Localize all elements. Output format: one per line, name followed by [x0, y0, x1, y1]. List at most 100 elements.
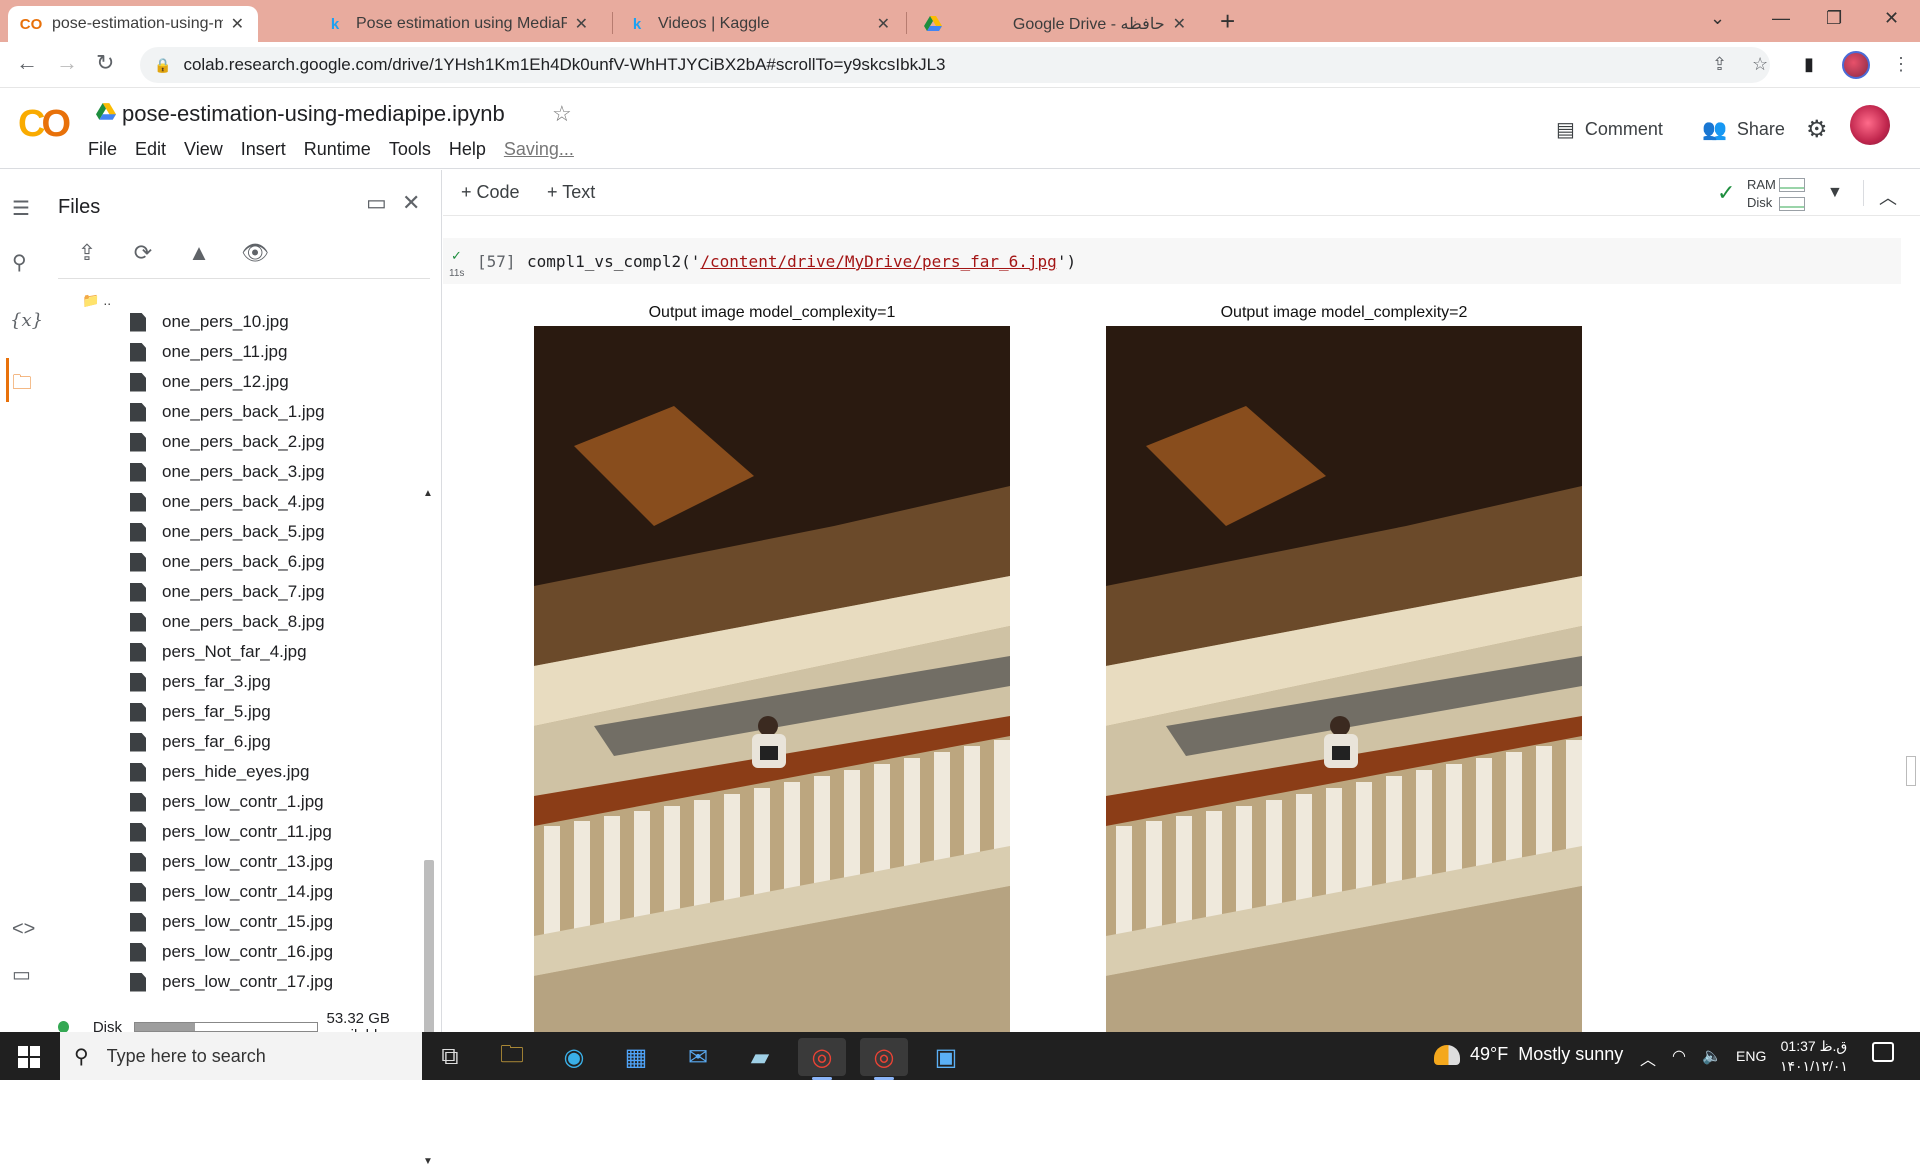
- file-list-item[interactable]: pers_far_5.jpg: [130, 697, 430, 727]
- close-tab-icon[interactable]: ✕: [1173, 14, 1186, 34]
- file-list-item[interactable]: one_pers_back_4.jpg: [130, 487, 430, 517]
- volume-icon[interactable]: 🔈: [1702, 1046, 1722, 1066]
- wifi-icon[interactable]: ◠: [1672, 1046, 1686, 1066]
- show-hidden-icons-icon[interactable]: ︿: [1640, 1046, 1656, 1070]
- minimize-icon[interactable]: —: [1772, 8, 1790, 29]
- tab-google-drive[interactable]: Google Drive - حافظه ✕: [910, 6, 1200, 42]
- account-avatar[interactable]: [1850, 105, 1890, 145]
- share-page-icon[interactable]: ⇪: [1712, 54, 1727, 75]
- chrome-profile-icon[interactable]: ◎: [860, 1038, 908, 1080]
- tab-search-icon[interactable]: ⌄: [1710, 8, 1725, 29]
- file-list-item[interactable]: pers_hide_eyes.jpg: [130, 757, 430, 787]
- file-list-item[interactable]: one_pers_back_7.jpg: [130, 577, 430, 607]
- open-in-tab-icon[interactable]: ▭: [366, 190, 387, 216]
- file-list-item[interactable]: pers_low_contr_16.jpg: [130, 937, 430, 967]
- clock[interactable]: 01:37 ق.ظ ۱۴۰۱/۱۲/۰۱: [1780, 1036, 1848, 1076]
- file-list-item[interactable]: one_pers_back_8.jpg: [130, 607, 430, 637]
- code-cell[interactable]: ✓ 11s [57] compl1_vs_compl2('/content/dr…: [443, 238, 1901, 284]
- file-list-item[interactable]: pers_Not_far_4.jpg: [130, 637, 430, 667]
- file-list-item[interactable]: pers_low_contr_15.jpg: [130, 907, 430, 937]
- scroll-up-icon[interactable]: ▲: [423, 488, 433, 499]
- close-tab-icon[interactable]: ✕: [231, 14, 244, 34]
- runtime-dropdown-icon[interactable]: ▼: [1827, 184, 1843, 202]
- notifications-icon[interactable]: [1872, 1042, 1894, 1062]
- refresh-folder-icon[interactable]: ⟳: [128, 240, 158, 266]
- table-of-contents-icon[interactable]: ☰: [12, 196, 30, 221]
- comment-button[interactable]: ▤ Comment: [1556, 117, 1663, 142]
- file-list-item[interactable]: one_pers_back_6.jpg: [130, 547, 430, 577]
- weather-widget[interactable]: 49°F Mostly sunny: [1434, 1044, 1623, 1065]
- new-tab-button[interactable]: +: [1220, 6, 1235, 37]
- side-panel-icon[interactable]: ▮: [1804, 54, 1814, 75]
- task-view-icon[interactable]: ⧉: [426, 1038, 474, 1076]
- file-list-item[interactable]: pers_low_contr_14.jpg: [130, 877, 430, 907]
- edge-browser-icon[interactable]: ◉: [550, 1038, 598, 1076]
- variables-icon[interactable]: {x}: [10, 310, 43, 331]
- file-list-item[interactable]: pers_far_6.jpg: [130, 727, 430, 757]
- file-list-item[interactable]: one_pers_back_5.jpg: [130, 517, 430, 547]
- file-list-item[interactable]: one_pers_10.jpg: [130, 307, 430, 337]
- menu-insert[interactable]: Insert: [241, 139, 286, 160]
- file-list-item[interactable]: one_pers_back_1.jpg: [130, 397, 430, 427]
- mail-icon[interactable]: ✉: [674, 1038, 722, 1076]
- file-list-item[interactable]: pers_low_contr_11.jpg: [130, 817, 430, 847]
- file-list-item[interactable]: pers_low_contr_1.jpg: [130, 787, 430, 817]
- cell-code[interactable]: compl1_vs_compl2('/content/drive/MyDrive…: [527, 252, 1076, 271]
- search-icon[interactable]: ⚲: [12, 250, 27, 275]
- add-code-button[interactable]: + Code: [461, 182, 520, 203]
- close-panel-icon[interactable]: ✕: [402, 190, 420, 216]
- resources-indicator[interactable]: RAM Disk: [1747, 176, 1776, 212]
- notebook-title[interactable]: pose-estimation-using-mediapipe.ipynb: [122, 101, 505, 127]
- file-list-item[interactable]: one_pers_12.jpg: [130, 367, 430, 397]
- file-list-item[interactable]: pers_low_contr_17.jpg: [130, 967, 430, 997]
- file-list-item[interactable]: one_pers_back_2.jpg: [130, 427, 430, 457]
- menu-help[interactable]: Help: [449, 139, 486, 160]
- tab-colab[interactable]: CO pose-estimation-using-mediapip ✕: [8, 6, 258, 42]
- close-tab-icon[interactable]: ✕: [877, 14, 890, 34]
- input-language[interactable]: ENG: [1736, 1048, 1766, 1064]
- back-icon[interactable]: ←: [16, 50, 38, 76]
- chrome-icon[interactable]: ◎: [798, 1038, 846, 1080]
- code-path-string[interactable]: /content/drive/MyDrive/pers_far_6.jpg: [700, 252, 1056, 271]
- forward-icon[interactable]: →: [56, 50, 78, 76]
- scroll-down-icon[interactable]: ▼: [423, 1156, 433, 1167]
- windows-start-icon[interactable]: [18, 1046, 40, 1068]
- file-list-item[interactable]: pers_low_contr_13.jpg: [130, 847, 430, 877]
- share-button[interactable]: 👥 Share: [1702, 117, 1785, 142]
- file-list-item[interactable]: one_pers_back_3.jpg: [130, 457, 430, 487]
- menu-tools[interactable]: Tools: [389, 139, 431, 160]
- files-folder-icon[interactable]: 🗀: [12, 368, 32, 402]
- notebook-scrollbar-thumb[interactable]: [1906, 756, 1916, 786]
- command-palette-icon[interactable]: ▭: [12, 962, 31, 987]
- menu-file[interactable]: File: [88, 139, 117, 160]
- close-window-icon[interactable]: ✕: [1884, 8, 1899, 29]
- microsoft-store-icon[interactable]: ▦: [612, 1038, 660, 1076]
- colab-logo[interactable]: CO: [18, 103, 71, 146]
- url-field[interactable]: 🔒 colab.research.google.com/drive/1YHsh1…: [140, 47, 1770, 83]
- upload-file-icon[interactable]: ⇪: [72, 240, 102, 266]
- mount-drive-icon[interactable]: ▲: [184, 240, 214, 266]
- file-list-item[interactable]: one_pers_11.jpg: [130, 337, 430, 367]
- more-menu-icon[interactable]: ⋮: [1892, 54, 1910, 75]
- tab-mediapipe[interactable]: k Pose estimation using MediaPipe ✕: [312, 6, 602, 42]
- parent-folder-row[interactable]: 📁 ..: [82, 292, 111, 309]
- menu-runtime[interactable]: Runtime: [304, 139, 371, 160]
- save-status[interactable]: Saving...: [504, 139, 574, 160]
- notes-app-icon[interactable]: ▰: [736, 1038, 784, 1076]
- menu-view[interactable]: View: [184, 139, 223, 160]
- restore-icon[interactable]: ❐: [1826, 8, 1842, 29]
- photos-icon[interactable]: ▣: [922, 1038, 970, 1076]
- add-text-button[interactable]: + Text: [547, 182, 595, 203]
- tab-kaggle-videos[interactable]: k Videos | Kaggle ✕: [614, 6, 904, 42]
- bookmark-star-icon[interactable]: ☆: [1752, 54, 1768, 75]
- reload-icon[interactable]: ↻: [96, 50, 114, 76]
- close-tab-icon[interactable]: ✕: [575, 14, 588, 34]
- collapse-header-icon[interactable]: ︿: [1879, 184, 1897, 210]
- show-hidden-eye-icon[interactable]: 👁: [240, 240, 270, 266]
- files-scrollbar[interactable]: ▲ ▼: [420, 488, 436, 1167]
- star-notebook-icon[interactable]: ☆: [552, 101, 572, 127]
- file-list-item[interactable]: pers_far_3.jpg: [130, 667, 430, 697]
- settings-gear-icon[interactable]: ⚙: [1806, 115, 1828, 144]
- taskbar-search[interactable]: ⚲ Type here to search: [60, 1032, 422, 1080]
- code-snippets-icon[interactable]: <>: [12, 918, 35, 941]
